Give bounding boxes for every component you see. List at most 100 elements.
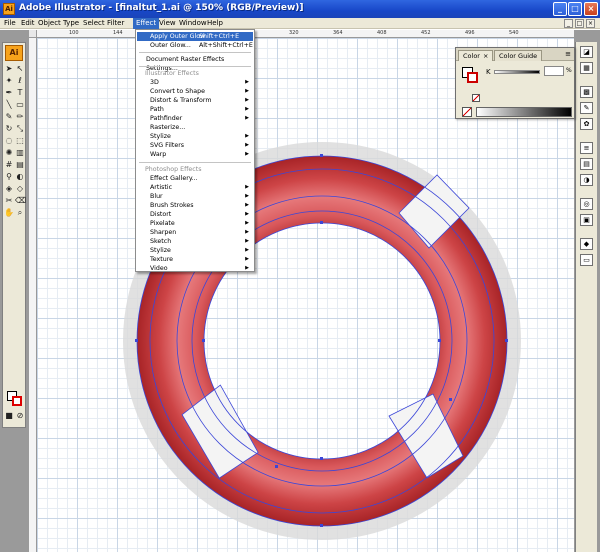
menu-filter[interactable]: Filter [104, 18, 127, 29]
channel-label: K [486, 68, 491, 76]
menu-item-path[interactable]: Path ▶ [137, 105, 253, 114]
menu-item-rasterize[interactable]: Rasterize... [137, 123, 253, 132]
zoom-tool-icon[interactable]: ⌕ [15, 208, 25, 218]
color-spectrum-ramp[interactable] [476, 107, 572, 117]
menu-item-apply-outer-glow[interactable]: Apply Outer Glow Shift+Ctrl+E [137, 32, 253, 41]
menu-item-document-raster-effects-settings[interactable]: Document Raster Effects Settings... [137, 55, 253, 72]
doc-restore-button[interactable]: □ [575, 19, 584, 28]
ruler-origin[interactable] [29, 30, 37, 38]
menu-item-label: Pixelate [150, 220, 175, 227]
minimize-button[interactable]: _ [553, 2, 567, 16]
none-mode-icon[interactable]: ⊘ [15, 411, 25, 421]
doc-close-button[interactable]: × [586, 19, 595, 28]
color-mode-icon[interactable]: ■ [4, 411, 14, 421]
vertical-ruler[interactable] [29, 38, 37, 552]
illustrator-app-icon[interactable]: Ai [3, 3, 15, 15]
lasso-tool-icon[interactable]: ℓ [15, 76, 25, 86]
menu-item-sketch[interactable]: Sketch ▶ [137, 237, 253, 246]
menu-type[interactable]: Type [60, 18, 82, 29]
appearance-panel-icon[interactable]: ◎ [580, 198, 593, 210]
graphic-styles-panel-icon[interactable]: ▣ [580, 214, 593, 226]
gradient-tool-icon[interactable]: ▤ [15, 160, 25, 170]
paintbrush-tool-icon[interactable]: ✎ [4, 112, 14, 122]
color-panel: Color × Color Guide ≡ K % [455, 47, 575, 119]
color-panel-icon[interactable]: ◪ [580, 46, 593, 58]
eraser-tool-icon[interactable]: ⌫ [15, 196, 26, 206]
artboards-panel-icon[interactable]: ▭ [580, 254, 593, 266]
slice-tool-icon[interactable]: ◇ [15, 184, 25, 194]
menu-item-warp[interactable]: Warp ▶ [137, 150, 253, 159]
menu-item-pixelate[interactable]: Pixelate ▶ [137, 219, 253, 228]
ai-logo-icon: Ai [5, 45, 23, 61]
menu-item-outer-glow[interactable]: Outer Glow... Alt+Shift+Ctrl+E [137, 41, 253, 50]
menu-item-label: Distort & Transform [150, 97, 212, 104]
menu-file[interactable]: File [1, 18, 19, 29]
transparency-panel-icon[interactable]: ◑ [580, 174, 593, 186]
type-tool-icon[interactable]: T [15, 88, 25, 98]
maximize-button[interactable]: □ [568, 2, 582, 16]
pencil-tool-icon[interactable]: ✏ [15, 112, 25, 122]
pen-tool-icon[interactable]: ✒ [4, 88, 14, 98]
scale-tool-icon[interactable]: ⤡ [15, 124, 25, 134]
direct-selection-tool-icon[interactable]: ↖ [15, 64, 25, 74]
magic-wand-tool-icon[interactable]: ✦ [4, 76, 14, 86]
color-guide-icon[interactable]: ▦ [580, 62, 593, 74]
menu-item-distort[interactable]: Distort ▶ [137, 210, 253, 219]
none-swatch-icon[interactable] [462, 107, 472, 117]
menu-item-convert-to-shape[interactable]: Convert to Shape ▶ [137, 87, 253, 96]
horizontal-ruler[interactable]: 100 144 188 232 276 320 364 408 452 496 … [37, 30, 574, 38]
selection-tool-icon[interactable]: ➤ [4, 64, 14, 74]
menu-item-3d[interactable]: 3D ▶ [137, 78, 253, 87]
menu-item-label: Texture [150, 256, 174, 263]
illustrator-effects-header: Illustrator Effects [145, 70, 199, 77]
warp-tool-icon[interactable]: ◌ [4, 136, 14, 146]
menu-item-stylize[interactable]: Stylize ▶ [137, 132, 253, 141]
stroke-panel-icon[interactable]: ≡ [580, 142, 593, 154]
doc-minimize-button[interactable]: _ [564, 19, 573, 28]
tab-color-guide[interactable]: Color Guide [494, 50, 543, 61]
eyedropper-tool-icon[interactable]: ⚲ [4, 172, 14, 182]
menu-item-texture[interactable]: Texture ▶ [137, 255, 253, 264]
stroke-color-swatch[interactable] [12, 396, 22, 406]
menu-item-effect-gallery[interactable]: Effect Gallery... [137, 174, 253, 183]
submenu-arrow-icon: ▶ [245, 211, 249, 217]
live-paint-tool-icon[interactable]: ◈ [4, 184, 14, 194]
menu-item-label: Path [150, 106, 164, 113]
tab-color[interactable]: Color × [458, 50, 494, 61]
menu-item-brush-strokes[interactable]: Brush Strokes ▶ [137, 201, 253, 210]
panel-menu-icon[interactable]: ≡ [565, 50, 571, 58]
graph-tool-icon[interactable]: ▥ [15, 148, 25, 158]
symbol-sprayer-tool-icon[interactable]: ✺ [4, 148, 14, 158]
menu-item-label: Stylize [150, 247, 171, 254]
k-value-field[interactable] [544, 66, 564, 76]
menu-item-video[interactable]: Video ▶ [137, 264, 253, 273]
k-slider[interactable] [494, 70, 540, 74]
brushes-panel-icon[interactable]: ✎ [580, 102, 593, 114]
menu-item-blur[interactable]: Blur ▶ [137, 192, 253, 201]
menu-item-svg-filters[interactable]: SVG Filters ▶ [137, 141, 253, 150]
menu-item-sharpen[interactable]: Sharpen ▶ [137, 228, 253, 237]
rectangle-tool-icon[interactable]: ▭ [15, 100, 25, 110]
close-button[interactable]: × [584, 2, 598, 16]
menu-item-artistic[interactable]: Artistic ▶ [137, 183, 253, 192]
gradient-panel-icon[interactable]: ▤ [580, 158, 593, 170]
symbols-panel-icon[interactable]: ✿ [580, 118, 593, 130]
layers-panel-icon[interactable]: ◆ [580, 238, 593, 250]
panel-stroke-swatch[interactable] [467, 72, 478, 83]
menu-item-pathfinder[interactable]: Pathfinder ▶ [137, 114, 253, 123]
menu-item-distort-transform[interactable]: Distort & Transform ▶ [137, 96, 253, 105]
menu-item-stylize[interactable]: Stylize ▶ [137, 246, 253, 255]
mesh-tool-icon[interactable]: # [4, 160, 14, 170]
percent-unit: % [566, 67, 572, 74]
line-tool-icon[interactable]: ╲ [4, 100, 14, 110]
blend-tool-icon[interactable]: ◐ [15, 172, 25, 182]
scissors-tool-icon[interactable]: ✂ [4, 196, 14, 206]
swatches-panel-icon[interactable]: ▩ [580, 86, 593, 98]
out-of-gamut-icon[interactable] [472, 94, 480, 102]
right-panel-dock: ◪ ▦ ▩ ✎ ✿ ≡ ▤ ◑ ◎ ▣ ◆ ▭ [575, 42, 597, 552]
hand-tool-icon[interactable]: ✋ [4, 208, 14, 218]
close-icon[interactable]: × [483, 52, 488, 60]
menu-help[interactable]: Help [204, 18, 226, 29]
free-transform-tool-icon[interactable]: ⬚ [15, 136, 25, 146]
rotate-tool-icon[interactable]: ↻ [4, 124, 14, 134]
